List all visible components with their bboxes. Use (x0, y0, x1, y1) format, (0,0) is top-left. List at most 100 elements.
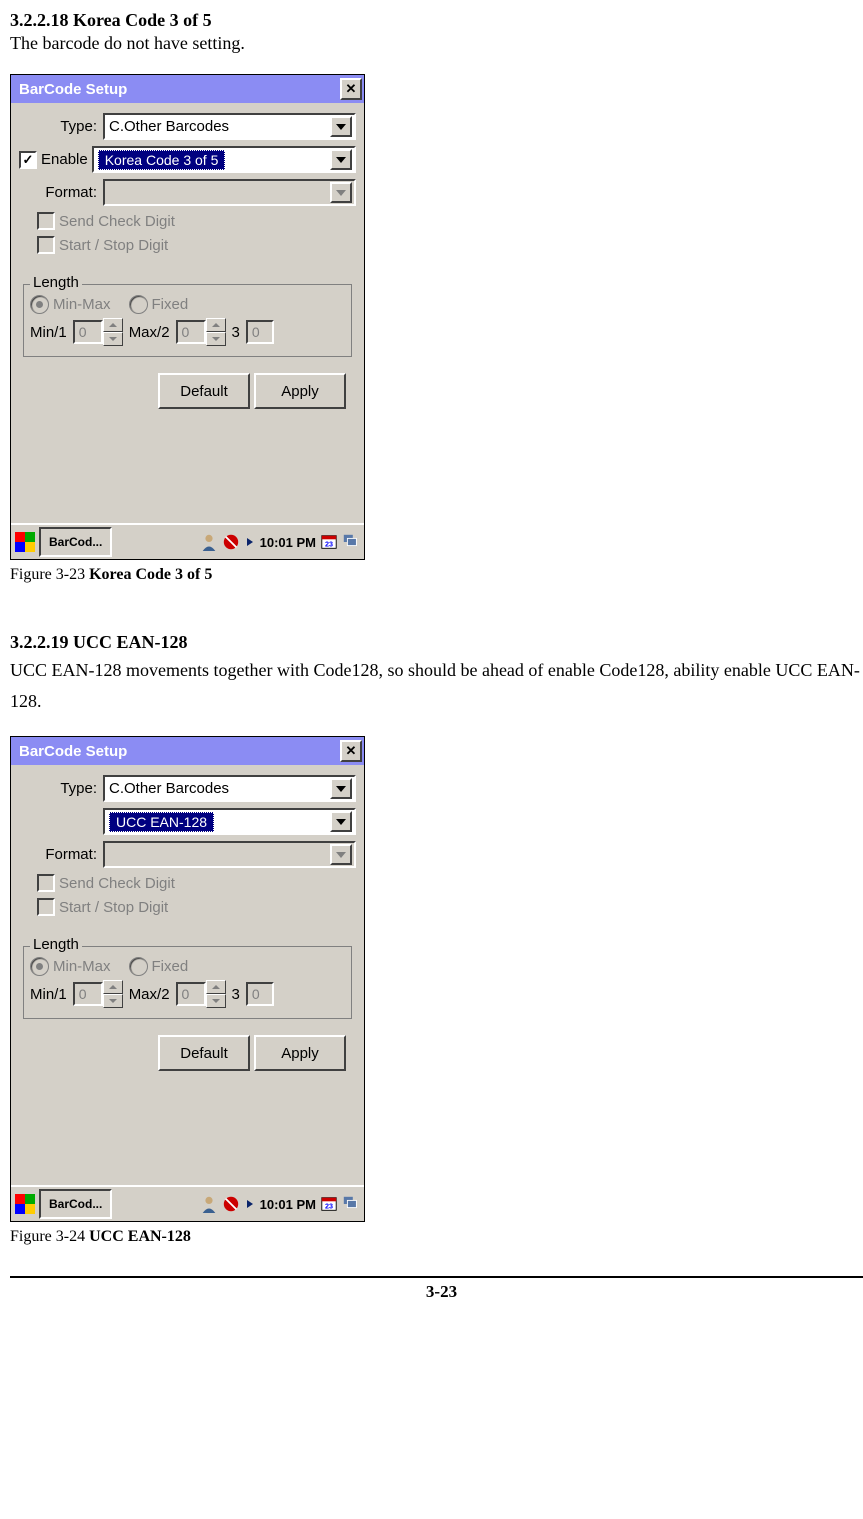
max-value: 0 (176, 982, 206, 1006)
barcode-name-value: UCC EAN-128 (109, 812, 214, 832)
max-value: 0 (176, 320, 206, 344)
max-label: Max/2 (129, 986, 170, 1003)
default-button[interactable]: Default (158, 373, 250, 409)
min-spinner: 0 (73, 980, 123, 1008)
three-label: 3 (232, 986, 240, 1003)
taskbar: BarCod... 10:01 PM 23 (11, 523, 364, 559)
format-label: Format: (19, 184, 97, 201)
fixed-label: Fixed (152, 296, 189, 313)
three-label: 3 (232, 324, 240, 341)
user-tray-icon[interactable] (200, 1195, 218, 1213)
enable-checkbox[interactable]: ✓ (19, 151, 37, 169)
windows-tray-icon[interactable] (342, 1195, 360, 1213)
min-value: 0 (73, 982, 103, 1006)
start-stop-checkbox (37, 236, 55, 254)
type-combo[interactable]: C.Other Barcodes (103, 775, 356, 802)
svg-text:23: 23 (325, 1202, 333, 1211)
section-a-heading: 3.2.2.18 Korea Code 3 of 5 (10, 10, 863, 31)
section-a-text: The barcode do not have setting. (10, 33, 863, 54)
user-tray-icon[interactable] (200, 533, 218, 551)
send-check-checkbox (37, 874, 55, 892)
min-label: Min/1 (30, 324, 67, 341)
type-value: C.Other Barcodes (109, 780, 229, 797)
format-combo (103, 841, 356, 868)
barcode-dropdown-icon[interactable] (330, 811, 352, 832)
send-check-label: Send Check Digit (59, 213, 175, 230)
taskbar-app-button[interactable]: BarCod... (39, 527, 112, 557)
type-label: Type: (19, 118, 97, 135)
minmax-label: Min-Max (53, 296, 111, 313)
barcode-setup-dialog-1: BarCode Setup ✕ Type: C.Other Barcodes ✓… (10, 74, 365, 560)
min-label: Min/1 (30, 986, 67, 1003)
minmax-radio (30, 957, 49, 976)
window-title: BarCode Setup (19, 81, 127, 98)
format-combo (103, 179, 356, 206)
footer-rule (10, 1276, 863, 1278)
fixed-radio (129, 957, 148, 976)
taskbar: BarCod... 10:01 PM 23 (11, 1185, 364, 1221)
barcode-dropdown-icon[interactable] (330, 149, 352, 170)
taskbar-app-button[interactable]: BarCod... (39, 1189, 112, 1219)
max-spinner: 0 (176, 980, 226, 1008)
figure-a-caption: Figure 3-23 Korea Code 3 of 5 (10, 566, 863, 584)
type-dropdown-icon[interactable] (330, 778, 352, 799)
apply-button[interactable]: Apply (254, 1035, 346, 1071)
three-value: 0 (246, 982, 274, 1006)
section-b-text: UCC EAN-128 movements together with Code… (10, 655, 863, 716)
close-button[interactable]: ✕ (340, 740, 362, 762)
taskbar-clock: 10:01 PM (260, 1197, 316, 1212)
calendar-tray-icon[interactable]: 23 (320, 1195, 338, 1213)
type-value: C.Other Barcodes (109, 118, 229, 135)
type-combo[interactable]: C.Other Barcodes (103, 113, 356, 140)
send-check-checkbox (37, 212, 55, 230)
enable-label: Enable (41, 151, 88, 168)
network-tray-icon[interactable] (222, 1195, 240, 1213)
minmax-label: Min-Max (53, 958, 111, 975)
tray-arrow-icon[interactable] (247, 538, 253, 546)
svg-text:23: 23 (325, 540, 333, 549)
start-stop-checkbox (37, 898, 55, 916)
figure-b-caption: Figure 3-24 UCC EAN-128 (10, 1228, 863, 1246)
format-dropdown-icon (330, 844, 352, 865)
barcode-name-value: Korea Code 3 of 5 (98, 150, 226, 170)
title-bar: BarCode Setup ✕ (11, 737, 364, 765)
start-stop-label: Start / Stop Digit (59, 237, 168, 254)
window-title: BarCode Setup (19, 743, 127, 760)
barcode-name-combo[interactable]: UCC EAN-128 (103, 808, 356, 835)
section-b-heading: 3.2.2.19 UCC EAN-128 (10, 632, 863, 653)
send-check-label: Send Check Digit (59, 875, 175, 892)
close-icon: ✕ (346, 743, 357, 759)
min-value: 0 (73, 320, 103, 344)
format-label: Format: (19, 846, 97, 863)
max-label: Max/2 (129, 324, 170, 341)
three-spinner: 0 (246, 982, 274, 1006)
fixed-label: Fixed (152, 958, 189, 975)
min-spinner: 0 (73, 318, 123, 346)
length-fieldset: Length Min-Max Fixed Min/1 0 Max/2 (23, 946, 352, 1019)
network-tray-icon[interactable] (222, 533, 240, 551)
windows-tray-icon[interactable] (342, 533, 360, 551)
type-dropdown-icon[interactable] (330, 116, 352, 137)
type-label: Type: (19, 780, 97, 797)
start-icon[interactable] (15, 1194, 35, 1214)
taskbar-clock: 10:01 PM (260, 535, 316, 550)
close-button[interactable]: ✕ (340, 78, 362, 100)
apply-button[interactable]: Apply (254, 373, 346, 409)
length-fieldset: Length Min-Max Fixed Min/1 0 Max/2 (23, 284, 352, 357)
three-value: 0 (246, 320, 274, 344)
barcode-setup-dialog-2: BarCode Setup ✕ Type: C.Other Barcodes U… (10, 736, 365, 1222)
title-bar: BarCode Setup ✕ (11, 75, 364, 103)
format-dropdown-icon (330, 182, 352, 203)
length-label: Length (30, 936, 82, 953)
barcode-name-combo[interactable]: Korea Code 3 of 5 (92, 146, 356, 173)
default-button[interactable]: Default (158, 1035, 250, 1071)
close-icon: ✕ (346, 81, 357, 97)
start-stop-label: Start / Stop Digit (59, 899, 168, 916)
minmax-radio (30, 295, 49, 314)
three-spinner: 0 (246, 320, 274, 344)
start-icon[interactable] (15, 532, 35, 552)
tray-arrow-icon[interactable] (247, 1200, 253, 1208)
fixed-radio (129, 295, 148, 314)
max-spinner: 0 (176, 318, 226, 346)
calendar-tray-icon[interactable]: 23 (320, 533, 338, 551)
